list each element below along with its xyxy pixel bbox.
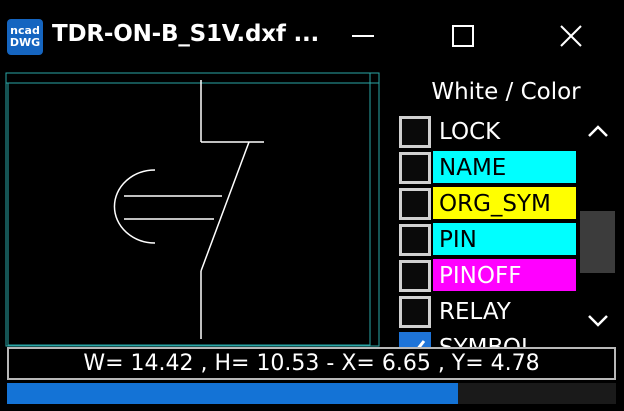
maximize-button[interactable] (440, 14, 486, 58)
title-bar: ncad DWG TDR-ON-B_S1V.dxf ... (0, 0, 624, 72)
layer-item-pinoff[interactable]: PINOFF (395, 259, 577, 292)
layer-checkbox[interactable] (399, 224, 431, 256)
checkmark-icon (417, 340, 426, 347)
maximize-icon (452, 25, 474, 47)
layer-checkbox[interactable] (399, 188, 431, 220)
drawing-canvas[interactable] (0, 72, 389, 347)
extents-frame-outer (5, 72, 380, 347)
layer-label: LOCK (433, 115, 576, 147)
close-button[interactable] (548, 14, 594, 58)
progress-bar (7, 383, 616, 404)
chevron-down-icon[interactable] (586, 311, 610, 331)
layer-panel-header: White / Color (431, 79, 581, 105)
layer-label: PINOFF (433, 259, 576, 291)
layer-scrollbar[interactable] (578, 111, 617, 347)
layer-item-org-sym[interactable]: ORG_SYM (395, 187, 577, 220)
chevron-up-icon[interactable] (586, 121, 610, 141)
layer-checkbox[interactable] (399, 152, 431, 184)
dxf-drawing (5, 72, 380, 347)
layer-label: SYMBOL (433, 331, 576, 347)
app-icon-text-bottom: DWG (9, 36, 41, 49)
layer-checkbox-checked[interactable] (399, 332, 431, 347)
layer-checkbox[interactable] (399, 296, 431, 328)
layer-label: RELAY (433, 295, 576, 327)
layer-label: PIN (433, 223, 576, 255)
window-title: TDR-ON-B_S1V.dxf ... (52, 21, 320, 47)
layer-item-lock[interactable]: LOCK (395, 115, 577, 148)
app-icon: ncad DWG (7, 19, 43, 55)
layer-checkbox[interactable] (399, 116, 431, 148)
layer-label: NAME (433, 151, 576, 183)
layer-item-relay[interactable]: RELAY (395, 295, 577, 328)
layer-item-pin[interactable]: PIN (395, 223, 577, 256)
status-bar: W= 14.42 , H= 10.53 - X= 6.65 , Y= 4.78 (7, 347, 616, 380)
layer-item-name[interactable]: NAME (395, 151, 577, 184)
layer-label: ORG_SYM (433, 187, 576, 219)
extents-frame-inner (7, 82, 371, 346)
scrollbar-thumb[interactable] (580, 211, 615, 273)
minimize-icon (352, 35, 374, 37)
layer-item-symbol[interactable]: SYMBOL (395, 331, 577, 347)
progress-fill (7, 383, 458, 404)
minimize-button[interactable] (340, 14, 386, 58)
close-icon (560, 25, 582, 47)
layer-checkbox[interactable] (399, 260, 431, 292)
relay-contact-symbol (113, 80, 264, 339)
